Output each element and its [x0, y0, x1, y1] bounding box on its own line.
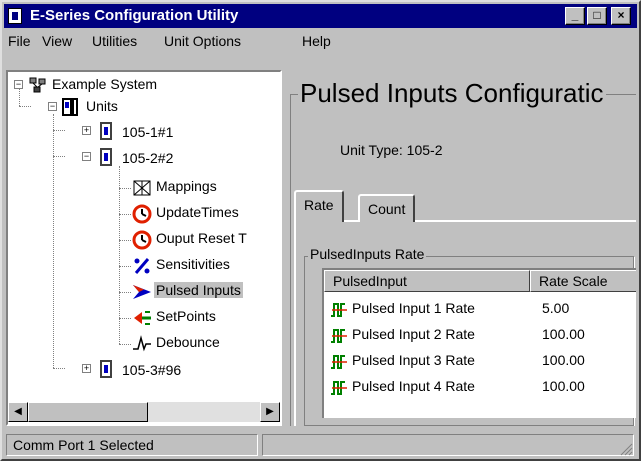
tree-horizontal-scrollbar[interactable]: ◀ ▶ [8, 402, 280, 422]
unit-icon [100, 360, 112, 378]
arrow-icon [133, 285, 151, 299]
unit-type-label: Unit Type: [340, 142, 403, 158]
tree-item-mappings[interactable]: Mappings [156, 178, 217, 194]
unit-type-value: 105-2 [406, 142, 443, 158]
title-bar[interactable]: E-Series Configuration Utility _ □ × [4, 4, 637, 28]
network-icon [29, 77, 46, 93]
tree-item-update-times[interactable]: UpdateTimes [156, 204, 239, 220]
pulse-input-icon [331, 303, 347, 317]
clock-icon [132, 230, 152, 250]
wave-icon [133, 335, 151, 352]
menu-file[interactable]: File [8, 33, 31, 49]
row-name: Pulsed Input 3 Rate [352, 352, 475, 368]
table-row[interactable]: Pulsed Input 3 Rate 100.00 [330, 350, 636, 374]
tree-item-output-reset[interactable]: Ouput Reset T [156, 230, 247, 246]
menu-bar: File View Utilities Unit Options Help [4, 30, 637, 52]
row-name: Pulsed Input 4 Rate [352, 378, 475, 394]
collapse-root-toggle[interactable]: − [14, 80, 23, 89]
scroll-right-button[interactable]: ▶ [260, 402, 280, 422]
column-header-rate-scale[interactable]: Rate Scale [530, 270, 636, 292]
resize-grip-icon[interactable] [619, 442, 633, 456]
row-name: Pulsed Input 1 Rate [352, 300, 475, 316]
percent-icon [134, 258, 150, 274]
row-value: 5.00 [542, 300, 570, 316]
table-row[interactable]: Pulsed Input 4 Rate 100.00 [330, 376, 636, 400]
app-icon[interactable] [8, 8, 22, 24]
tree-item-unit3[interactable]: 105-3#96 [122, 362, 181, 378]
system-tree[interactable]: − Example System − Units + 105-1#1 − 105… [6, 70, 282, 426]
row-name: Pulsed Input 2 Rate [352, 326, 475, 342]
menu-help[interactable]: Help [302, 33, 331, 49]
row-value: 100.00 [542, 378, 585, 394]
tree-item-unit1[interactable]: 105-1#1 [122, 124, 173, 140]
scroll-left-button[interactable]: ◀ [8, 402, 28, 422]
table-row[interactable]: Pulsed Input 2 Rate 100.00 [330, 324, 636, 348]
row-value: 100.00 [542, 326, 585, 342]
table-row[interactable]: Pulsed Input 1 Rate 5.00 [330, 298, 636, 322]
menu-view[interactable]: View [42, 33, 72, 49]
units-icon [62, 98, 78, 116]
page-title: Pulsed Inputs Configuratic [298, 78, 606, 109]
minimize-button[interactable]: _ [565, 7, 585, 25]
close-button[interactable]: × [611, 7, 631, 25]
scroll-thumb[interactable] [28, 402, 148, 422]
maximize-button[interactable]: □ [587, 7, 607, 25]
tab-count[interactable]: Count [358, 194, 416, 222]
expand-unit1-toggle[interactable]: + [82, 126, 91, 135]
tree-item-pulsed-inputs[interactable]: Pulsed Inputs [154, 282, 243, 298]
clock-icon [132, 204, 152, 224]
mappings-icon [133, 180, 151, 196]
tab-rate[interactable]: Rate [294, 190, 344, 222]
config-panel: Pulsed Inputs Configuratic Unit Type: 10… [286, 70, 636, 426]
menu-utilities[interactable]: Utilities [92, 33, 137, 49]
tree-item-example-system[interactable]: Example System [52, 76, 157, 92]
unit-icon [100, 122, 112, 140]
column-header-pulsed-input[interactable]: PulsedInput [324, 270, 530, 292]
tree-item-unit2[interactable]: 105-2#2 [122, 150, 173, 166]
unit-icon [100, 148, 112, 166]
pulse-input-icon [331, 329, 347, 343]
tree-item-debounce[interactable]: Debounce [156, 334, 220, 350]
collapse-unit2-toggle[interactable]: − [82, 152, 91, 161]
groupbox-title: PulsedInputs Rate [308, 246, 427, 262]
pulse-input-icon [331, 355, 347, 369]
tree-item-setpoints[interactable]: SetPoints [156, 308, 216, 324]
setpoint-icon [134, 311, 151, 325]
tree-item-sensitivities[interactable]: Sensitivities [156, 256, 230, 272]
status-text: Comm Port 1 Selected [6, 434, 258, 456]
tree-item-units[interactable]: Units [86, 98, 118, 114]
menu-unit-options[interactable]: Unit Options [164, 33, 241, 49]
status-bar: Comm Port 1 Selected [2, 432, 635, 458]
collapse-units-toggle[interactable]: − [48, 102, 57, 111]
window-title: E-Series Configuration Utility [30, 7, 239, 24]
unit-type-row: Unit Type: 105-2 [340, 142, 442, 158]
pulse-input-icon [331, 381, 347, 395]
expand-unit3-toggle[interactable]: + [82, 364, 91, 373]
status-pane-empty [262, 434, 634, 456]
pulsed-inputs-list[interactable]: PulsedInput Rate Scale Pulsed Input 1 Ra… [322, 268, 636, 418]
row-value: 100.00 [542, 352, 585, 368]
